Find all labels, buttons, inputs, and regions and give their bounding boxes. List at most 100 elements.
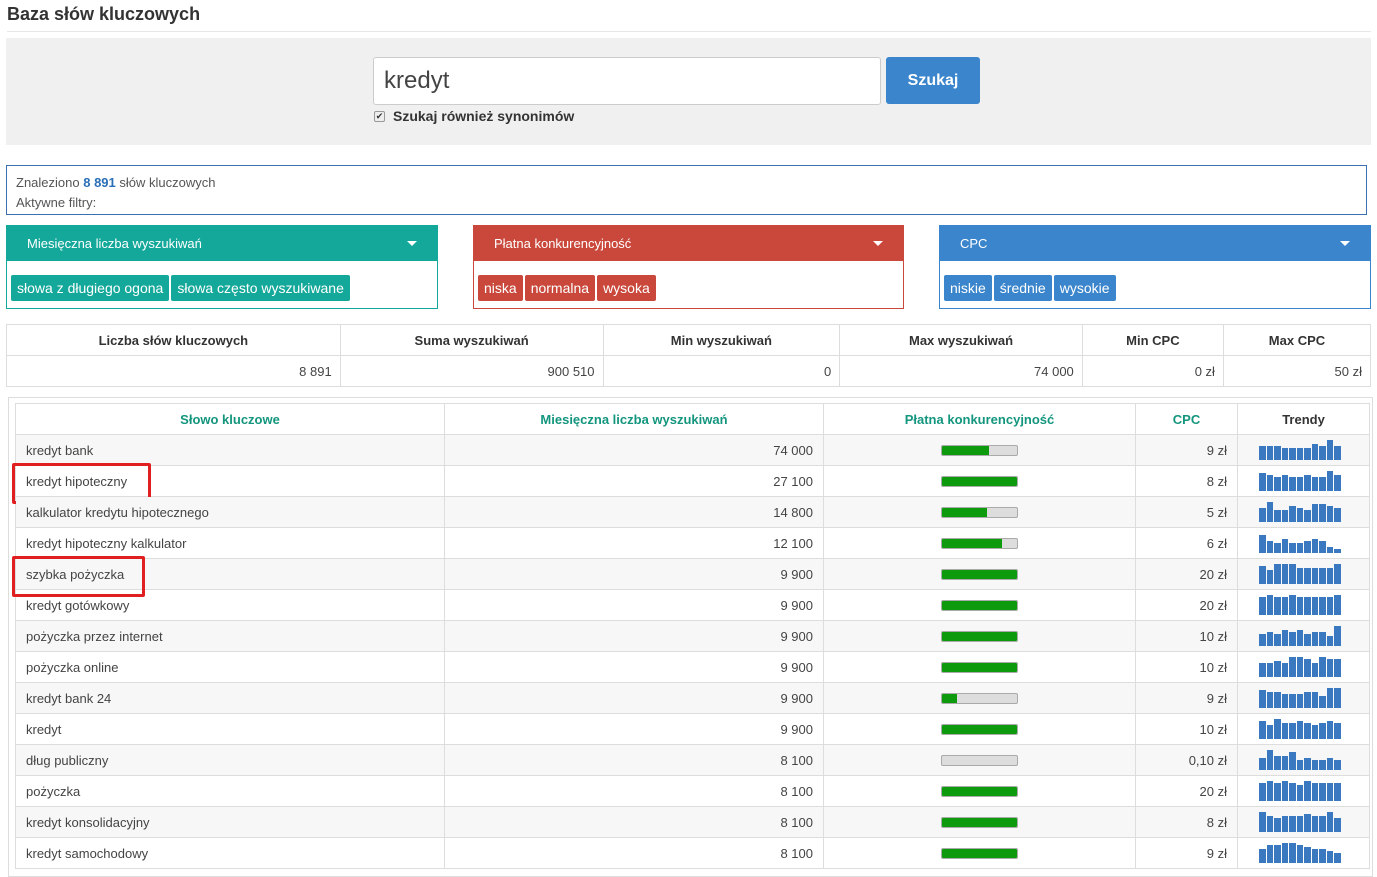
stats-header: Min wyszukiwań [602,324,841,356]
chip-long-tail[interactable]: słowa z długiego ogona [11,275,170,301]
trend-bar [1304,723,1311,739]
keyword-cell[interactable]: kalkulator kredytu hipotecznego [15,496,445,528]
trend-bar [1266,663,1273,677]
trend-bar [1259,597,1266,615]
chip-cpc-low[interactable]: niskie [944,275,992,301]
col-monthly-searches[interactable]: Miesięczna liczba wyszukiwań [444,403,824,435]
keyword-cell[interactable]: kredyt hipoteczny kalkulator [15,527,445,559]
keyword-cell[interactable]: pożyczka online [15,651,445,683]
trend-sparkline [1259,688,1348,708]
trend-bar [1281,723,1288,739]
trend-bar [1326,721,1333,739]
filter-monthly-searches-header[interactable]: Miesięczna liczba wyszukiwań [7,226,437,261]
chip-low[interactable]: niska [478,275,523,301]
competition-cell [823,744,1136,776]
trend-cell [1237,589,1370,621]
trend-sparkline [1259,626,1348,646]
table-row: pożyczka online 9 900 10 zł [15,651,1370,683]
col-keyword[interactable]: Słowo kluczowe [15,403,445,435]
stats-table: Liczba słów kluczowych Suma wyszukiwań M… [6,324,1372,387]
trend-bar [1281,475,1288,491]
stats-value: 50 zł [1222,355,1372,387]
table-row: kredyt bank 24 9 900 9 zł [15,682,1370,714]
filter-monthly-searches: Miesięczna liczba wyszukiwań słowa z dłu… [6,225,438,309]
trend-bar [1266,570,1273,584]
chip-normal[interactable]: normalna [524,275,596,301]
trend-bar [1296,597,1303,615]
competition-fill [942,445,989,455]
trend-bar [1326,783,1333,801]
keyword-cell[interactable]: kredyt samochodowy [15,837,445,869]
col-cpc[interactable]: CPC [1135,403,1238,435]
trend-bar [1319,723,1326,739]
trend-bar [1334,475,1341,491]
keyword-cell[interactable]: kredyt [15,713,445,745]
keywords-table: Słowo kluczowe Miesięczna liczba wyszuki… [12,403,1370,869]
trend-sparkline [1259,843,1348,863]
trend-bar [1266,692,1273,708]
trend-bar [1311,597,1318,615]
trend-cell [1237,806,1370,838]
results-summary: Znaleziono 8 891 słów kluczowych Aktywne… [6,165,1367,215]
trend-bar [1274,597,1281,615]
trend-bar [1296,657,1303,677]
trend-bar [1304,814,1311,832]
cpc-cell: 5 zł [1135,496,1238,528]
trend-cell [1237,651,1370,683]
trend-bar [1289,632,1296,646]
trend-bar [1319,783,1326,801]
trend-cell [1237,558,1370,590]
trend-sparkline [1259,502,1348,522]
trend-cell [1237,744,1370,776]
filter-cpc-header[interactable]: CPC [940,226,1370,261]
table-row: kredyt hipoteczny kalkulator 12 100 6 zł [15,527,1370,559]
cpc-cell: 10 zł [1135,620,1238,652]
keyword-cell[interactable]: kredyt bank [15,434,445,466]
trend-bar [1319,477,1326,491]
trend-bar [1266,541,1273,553]
keyword-cell[interactable]: kredyt bank 24 [15,682,445,714]
search-button[interactable]: Szukaj [886,57,980,104]
filter-paid-competition-header[interactable]: Płatna konkurencyjność [474,226,903,261]
chip-high[interactable]: wysoka [597,275,656,301]
synonyms-option[interactable]: ✔ Szukaj również synonimów [374,108,574,124]
searches-cell: 12 100 [444,527,824,559]
keyword-cell[interactable]: kredyt konsolidacyjny [15,806,445,838]
competition-cell [823,496,1136,528]
table-row: kredyt konsolidacyjny 8 100 8 zł [15,806,1370,838]
trend-bar [1289,543,1296,553]
trend-bar [1326,568,1333,584]
trend-bar [1281,816,1288,832]
filter-title: CPC [960,236,988,251]
cpc-cell: 8 zł [1135,806,1238,838]
trend-cell [1237,837,1370,869]
table-row: dług publiczny 8 100 0,10 zł [15,744,1370,776]
col-paid-competition[interactable]: Płatna konkurencyjność [823,403,1136,435]
keyword-cell[interactable]: dług publiczny [15,744,445,776]
chip-cpc-medium[interactable]: średnie [993,275,1052,301]
keyword-cell[interactable]: pożyczka przez internet [15,620,445,652]
trend-bar [1334,549,1341,553]
trend-bar [1274,510,1281,522]
stats-value: 0 zł [1081,355,1224,387]
trend-bar [1304,568,1311,584]
keyword-cell[interactable]: szybka pożyczka [12,556,445,598]
competition-cell [823,465,1136,497]
trend-bar [1289,477,1296,491]
trend-bar [1334,688,1341,708]
keyword-cell[interactable]: pożyczka [15,775,445,807]
trend-bar [1281,663,1288,677]
chip-frequent[interactable]: słowa często wyszukiwane [171,275,350,301]
trend-bar [1334,446,1341,460]
search-input[interactable] [373,57,881,105]
trend-bar [1289,506,1296,522]
chip-cpc-high[interactable]: wysokie [1053,275,1116,301]
trend-cell [1237,434,1370,466]
keyword-cell[interactable]: kredyt hipoteczny [12,463,445,505]
trend-bar [1319,541,1326,553]
synonyms-checkbox[interactable]: ✔ [374,110,385,122]
keyword-cell[interactable]: kredyt gotówkowy [15,589,445,621]
stats-header: Max wyszukiwań [839,324,1083,356]
competition-bar [941,692,1018,704]
table-row: pożyczka przez internet 9 900 10 zł [15,620,1370,652]
